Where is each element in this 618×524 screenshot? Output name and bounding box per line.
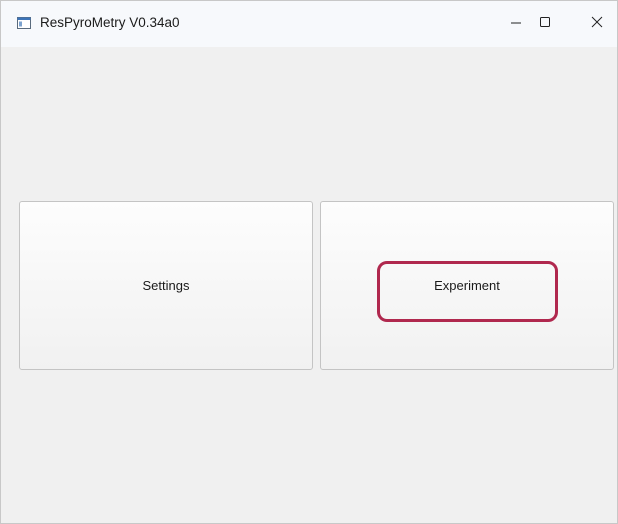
experiment-button-label: Experiment xyxy=(434,278,500,293)
close-button[interactable] xyxy=(574,1,617,47)
settings-button-label: Settings xyxy=(142,278,190,293)
title-bar[interactable]: ResPyroMetry V0.34a0 xyxy=(1,1,617,47)
maximize-button[interactable] xyxy=(522,1,568,47)
app-window: ResPyroMetry V0.34a0 Settings Experiment xyxy=(0,0,618,524)
window-title: ResPyroMetry V0.34a0 xyxy=(40,15,180,30)
maximize-icon xyxy=(539,15,551,33)
experiment-button[interactable]: Experiment xyxy=(320,201,614,370)
main-content: Settings Experiment xyxy=(1,47,617,523)
app-window-icon xyxy=(17,16,31,29)
settings-button[interactable]: Settings xyxy=(19,201,313,370)
minimize-icon xyxy=(510,15,522,33)
close-icon xyxy=(591,15,603,33)
